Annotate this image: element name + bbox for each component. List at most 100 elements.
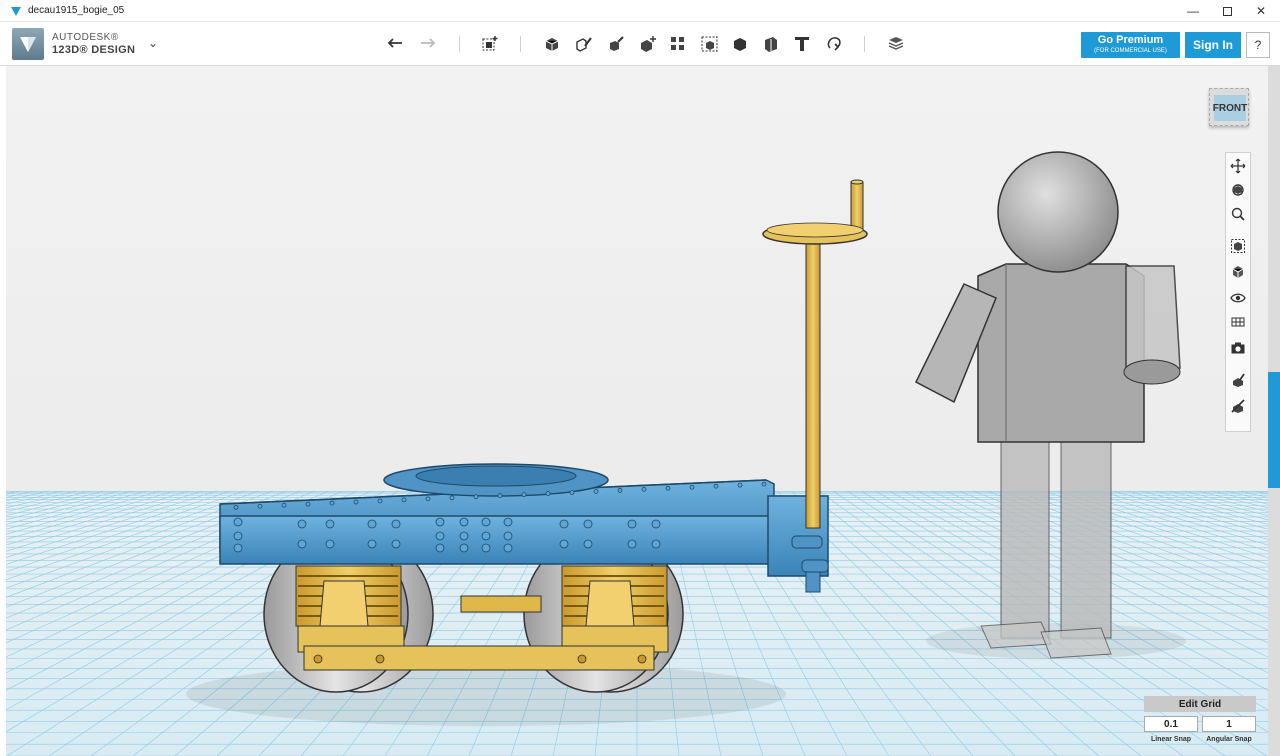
rivet [353,499,359,505]
rivet [305,501,311,507]
measure-button[interactable] [759,32,783,56]
text-button[interactable] [790,32,814,56]
zoom-icon[interactable] [1226,203,1250,225]
snap-button[interactable] [822,32,846,56]
rivet [559,539,569,549]
figure-torso [977,263,1145,443]
side-panel-tab[interactable] [1268,372,1280,488]
snap-icon [827,37,841,51]
minimize-button[interactable]: — [1176,0,1210,22]
rivet [449,495,455,501]
rivet [377,498,383,504]
rivet [233,517,243,527]
model-shadow [186,662,786,726]
modify-button[interactable] [636,32,660,56]
rivet [481,543,491,553]
modify-icon [641,36,656,52]
group-button[interactable] [698,32,722,56]
rivet [569,490,575,495]
angular-snap-input[interactable]: 1 [1202,716,1256,732]
camera-icon[interactable] [1226,337,1250,359]
combine-button[interactable] [728,32,752,56]
rivet [689,484,695,490]
figure-leg-right [1060,437,1112,639]
rivet [391,519,401,529]
undo-button[interactable] [384,32,408,56]
orbit-icon[interactable] [1226,179,1250,201]
undo-icon [387,38,402,48]
rivet [665,485,671,491]
text-icon [795,37,809,51]
rivet [481,531,491,541]
sketch-icon [576,37,592,52]
figure-leg-left [1000,437,1050,639]
spring-left [295,565,402,627]
rivet [737,482,743,488]
rivet [481,517,491,527]
go-premium-button[interactable]: Go Premium (FOR COMMERCIAL USE) [1081,32,1180,58]
rivet [391,539,401,549]
rivet [761,481,767,487]
toolbar-separator [459,36,460,52]
rivet [233,504,239,510]
edit-grid-panel: Edit Grid 0.1 1 Linear Snap Angular Snap [1144,696,1258,752]
rivet [627,519,637,529]
material-button[interactable] [884,32,908,56]
maximize-icon [1222,6,1232,16]
close-button[interactable]: ✕ [1244,0,1278,22]
rivet [583,519,593,529]
edit-grid-button[interactable]: Edit Grid [1144,696,1256,712]
sign-in-button[interactable]: Sign In [1185,32,1241,58]
rivet [367,539,377,549]
views-icon[interactable] [1226,261,1250,283]
snap-grid-icon[interactable] [1226,369,1250,391]
redo-button[interactable] [415,32,439,56]
rivet [497,493,503,499]
measure-icon [765,37,777,52]
rivet [473,494,479,500]
rivet [329,500,335,506]
logo-icon [20,37,36,52]
rivet [459,517,469,527]
rivet [503,517,513,527]
rivet [435,543,445,553]
rivet [521,492,527,498]
rivet [713,483,719,489]
rivet [459,531,469,541]
connecting-bar [460,595,542,613]
linear-snap-input[interactable]: 0.1 [1144,716,1198,732]
construct-button[interactable] [604,32,628,56]
main-toolbar: AUTODESK® 123D® DESIGN ⌄ Go Premium (FOR… [0,22,1280,66]
view-cube-face[interactable]: FRONT [1213,95,1247,121]
maximize-button[interactable] [1210,0,1244,22]
view-cube[interactable]: FRONT [1209,88,1249,126]
rivet [435,517,445,527]
materials-icon[interactable] [1226,311,1250,333]
app-logo[interactable] [12,28,44,60]
transform-button[interactable] [478,32,502,56]
hide-grid-icon[interactable] [1226,395,1250,417]
rivet [459,543,469,553]
rivet [503,531,513,541]
toolbar-separator [864,36,865,52]
3d-viewport[interactable]: FRONT Edit Grid 0.1 1 Linear Snap Angula… [6,66,1268,756]
premium-sublabel: (FOR COMMERCIAL USE) [1094,48,1167,54]
rivet [297,539,307,549]
group-icon [701,36,718,52]
eye-icon[interactable] [1226,287,1250,309]
rivet [627,539,637,549]
primitives-button[interactable] [540,32,564,56]
window-titlebar: decau1915_bogie_05 — ✕ [0,0,1280,22]
turntable-inner [415,465,577,487]
rivet [233,531,243,541]
help-button[interactable]: ? [1246,32,1270,58]
construct-icon [610,36,624,51]
pattern-icon [671,37,684,50]
bracket-collar-lower [801,559,829,573]
chevron-down-icon[interactable]: ⌄ [148,36,158,50]
pan-icon[interactable] [1226,155,1250,177]
sketch-button[interactable] [572,32,596,56]
pattern-button[interactable] [666,32,690,56]
fit-icon[interactable] [1226,235,1250,257]
scene-canvas[interactable] [6,66,1268,756]
